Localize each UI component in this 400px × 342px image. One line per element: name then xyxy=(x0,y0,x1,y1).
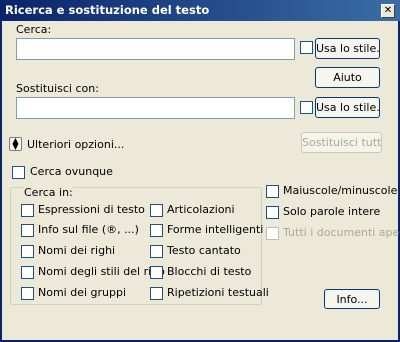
all-documents-label: Tutti i documenti aperti xyxy=(283,226,400,239)
search-in-checkbox[interactable] xyxy=(21,287,34,300)
search-in-checkbox[interactable] xyxy=(21,245,34,258)
help-button[interactable]: Aiuto xyxy=(315,67,380,88)
search-in-option-label: Articolazioni xyxy=(167,203,235,216)
find-replace-dialog: Ricerca e sostituzione del testo ✕ Cerca… xyxy=(0,0,400,342)
replace-all-button[interactable]: Sostituisci tutto xyxy=(301,132,382,153)
search-in-title: Cerca in: xyxy=(24,186,73,199)
search-in-option-label: Blocchi di testo xyxy=(167,265,252,278)
more-options-label[interactable]: Ulteriori opzioni... xyxy=(27,138,124,151)
search-in-checkbox[interactable] xyxy=(21,224,34,237)
search-use-style-checkbox[interactable] xyxy=(300,41,313,54)
search-in-checkbox[interactable] xyxy=(150,204,163,217)
dialog-title: Ricerca e sostituzione del testo xyxy=(5,3,210,17)
search-in-option-label: Ripetizioni testuali xyxy=(167,286,269,299)
search-in-option-label: Nomi dei gruppi xyxy=(38,286,127,299)
all-documents-checkbox[interactable] xyxy=(266,227,279,240)
replace-label: Sostituisci con: xyxy=(16,82,99,95)
replace-use-style-button[interactable]: Usa lo stile... xyxy=(315,97,380,118)
search-in-option-label: Info sul file (®, ...) xyxy=(38,223,139,236)
close-icon: ✕ xyxy=(383,5,393,16)
search-in-option-label: Testo cantato xyxy=(167,244,241,257)
whole-words-label: Solo parole intere xyxy=(283,205,381,218)
match-case-label: Maiuscole/minuscole xyxy=(283,184,398,197)
search-in-checkbox[interactable] xyxy=(21,266,34,279)
dialog-body: Cerca: Usa lo stile... Aiuto Sostituisci… xyxy=(2,21,400,340)
info-button[interactable]: Info... xyxy=(324,289,380,309)
close-button[interactable]: ✕ xyxy=(381,4,395,18)
search-in-checkbox[interactable] xyxy=(150,245,163,258)
search-in-checkbox[interactable] xyxy=(150,266,163,279)
whole-words-checkbox[interactable] xyxy=(266,206,279,219)
search-in-checkbox[interactable] xyxy=(150,224,163,237)
search-in-option-label: Nomi dei righi xyxy=(38,244,116,257)
search-in-checkbox[interactable] xyxy=(21,204,34,217)
replace-use-style-checkbox[interactable] xyxy=(300,101,313,114)
search-in-option-label: Forme intelligenti xyxy=(167,223,264,236)
search-in-checkbox[interactable] xyxy=(150,287,163,300)
search-in-option-label: Espressioni di testo xyxy=(38,203,145,216)
search-everywhere-checkbox[interactable] xyxy=(12,166,25,179)
search-everywhere-label: Cerca ovunque xyxy=(30,165,113,178)
expand-options-button[interactable]: ▲ ▼ xyxy=(9,137,22,151)
search-input[interactable] xyxy=(16,38,295,60)
search-label: Cerca: xyxy=(16,23,52,36)
search-use-style-button[interactable]: Usa lo stile... xyxy=(315,38,380,59)
replace-input[interactable] xyxy=(16,97,295,119)
expand-arrows-icon: ▲ ▼ xyxy=(12,136,19,151)
title-bar[interactable]: Ricerca e sostituzione del testo ✕ xyxy=(0,0,400,21)
match-case-checkbox[interactable] xyxy=(266,185,279,198)
search-in-option-label: Nomi degli stili del rigo xyxy=(38,265,165,278)
